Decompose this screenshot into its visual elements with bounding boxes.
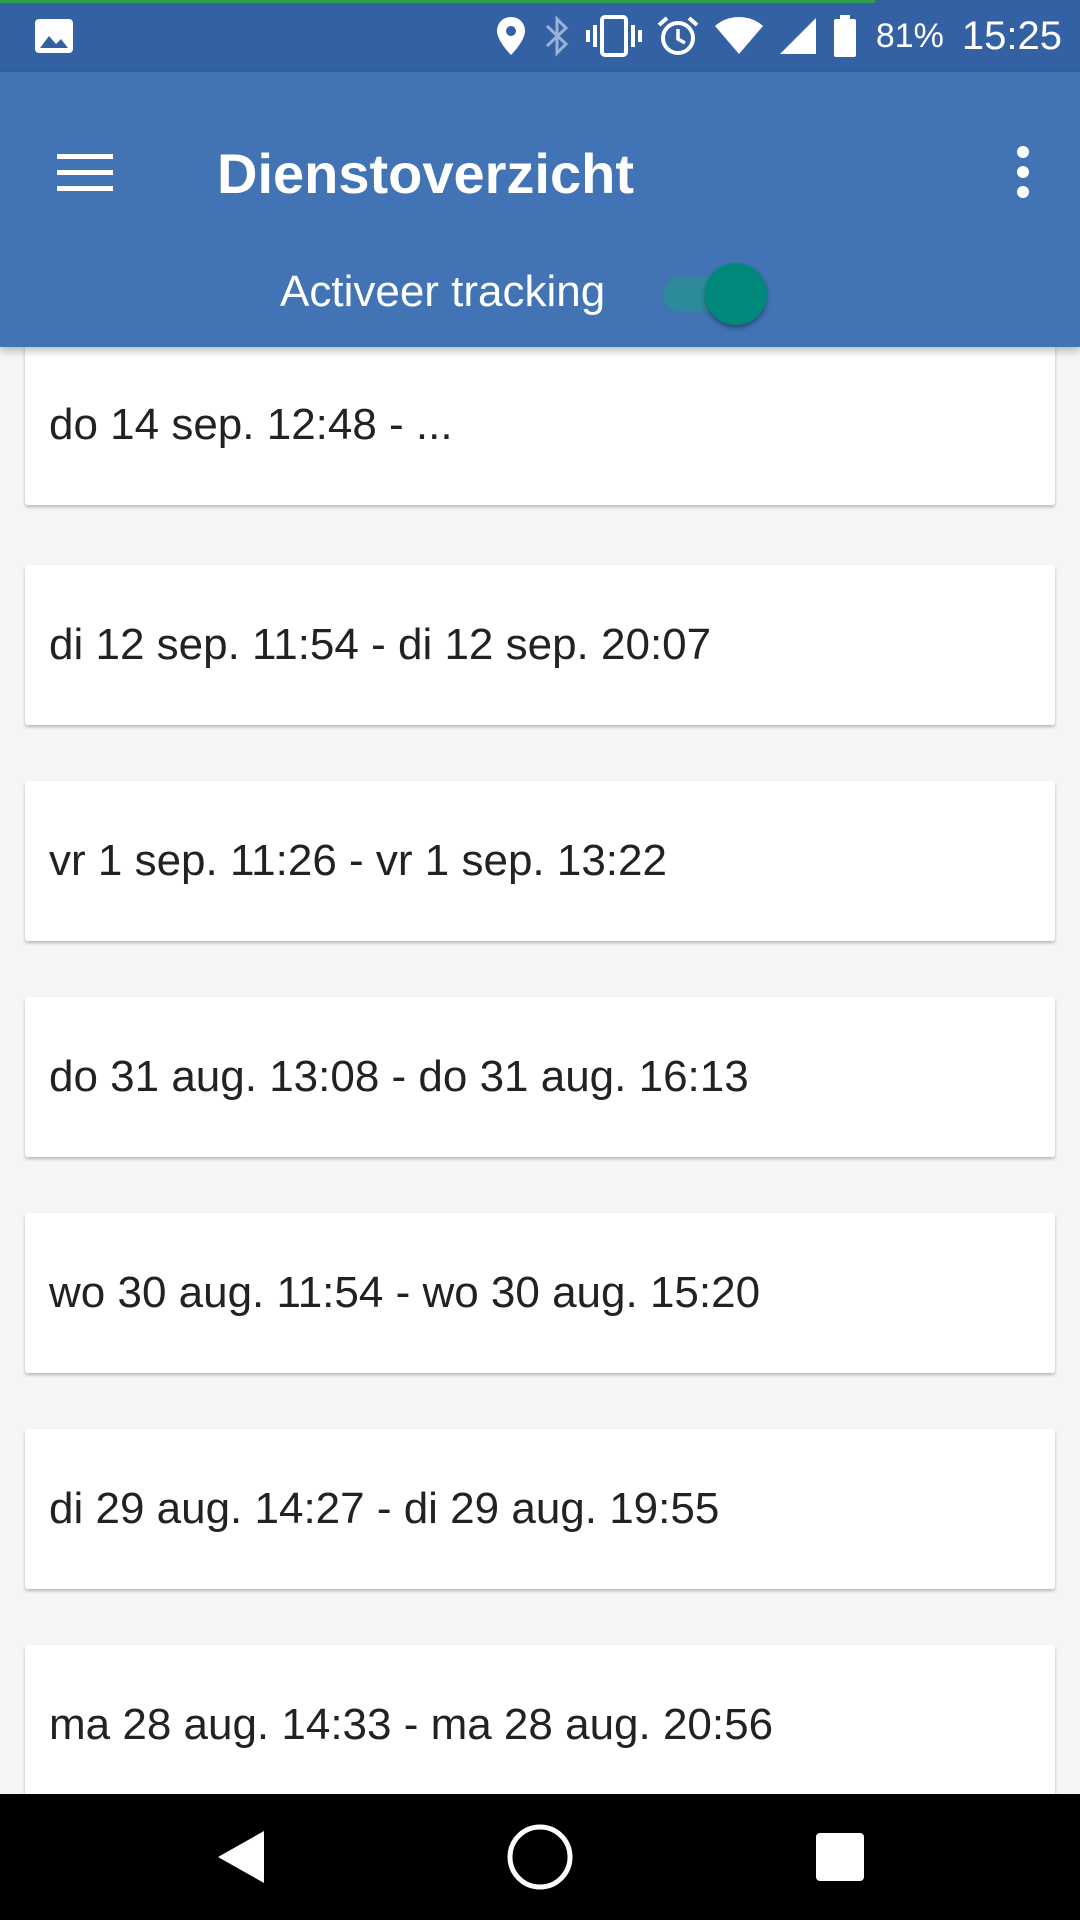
location-icon: [496, 17, 525, 55]
home-icon: [507, 1824, 573, 1890]
bluetooth-icon: [545, 15, 568, 57]
battery-percentage: 81%: [875, 16, 944, 55]
shift-list: do 14 sep. 12:48 - ... di 12 sep. 11:54 …: [0, 347, 1080, 1794]
back-icon: [218, 1831, 264, 1883]
image-icon: [34, 18, 74, 54]
status-bar: 81% 15:25: [0, 0, 1080, 72]
more-vert-icon: [1017, 146, 1029, 198]
clock: 15:25: [961, 13, 1062, 58]
shift-card[interactable]: di 12 sep. 11:54 - di 12 sep. 20:07: [25, 565, 1055, 725]
page-title: Dienstoverzicht: [217, 142, 634, 205]
tracking-row: Activeer tracking: [280, 242, 768, 342]
overflow-menu-button[interactable]: [978, 127, 1068, 217]
switch-thumb: [705, 263, 768, 325]
recents-button[interactable]: [785, 1814, 895, 1900]
menu-button[interactable]: [40, 127, 130, 217]
signal-icon: [779, 18, 816, 54]
shift-card[interactable]: do 31 aug. 13:08 - do 31 aug. 16:13: [25, 997, 1055, 1157]
shift-card[interactable]: ma 28 aug. 14:33 - ma 28 aug. 20:56: [25, 1645, 1055, 1794]
battery-icon: [833, 15, 856, 57]
shift-card[interactable]: do 14 sep. 12:48 - ...: [25, 347, 1055, 505]
hamburger-menu-icon: [57, 154, 113, 191]
alarm-icon: [657, 16, 699, 55]
back-button[interactable]: [185, 1814, 295, 1900]
tracking-switch[interactable]: [655, 257, 768, 327]
wifi-icon: [714, 17, 763, 54]
recents-icon: [816, 1833, 864, 1881]
shift-card[interactable]: vr 1 sep. 11:26 - vr 1 sep. 13:22: [25, 781, 1055, 941]
shift-card[interactable]: di 29 aug. 14:27 - di 29 aug. 19:55: [25, 1429, 1055, 1589]
tracking-label: Activeer tracking: [280, 267, 606, 316]
vibrate-icon: [585, 15, 642, 57]
home-button[interactable]: [485, 1814, 595, 1900]
status-icons: 81% 15:25: [494, 0, 1062, 72]
app-bar: Dienstoverzicht Activeer tracking: [0, 72, 1080, 347]
navigation-bar: [0, 1794, 1080, 1920]
shift-card[interactable]: wo 30 aug. 11:54 - wo 30 aug. 15:20: [25, 1213, 1055, 1373]
